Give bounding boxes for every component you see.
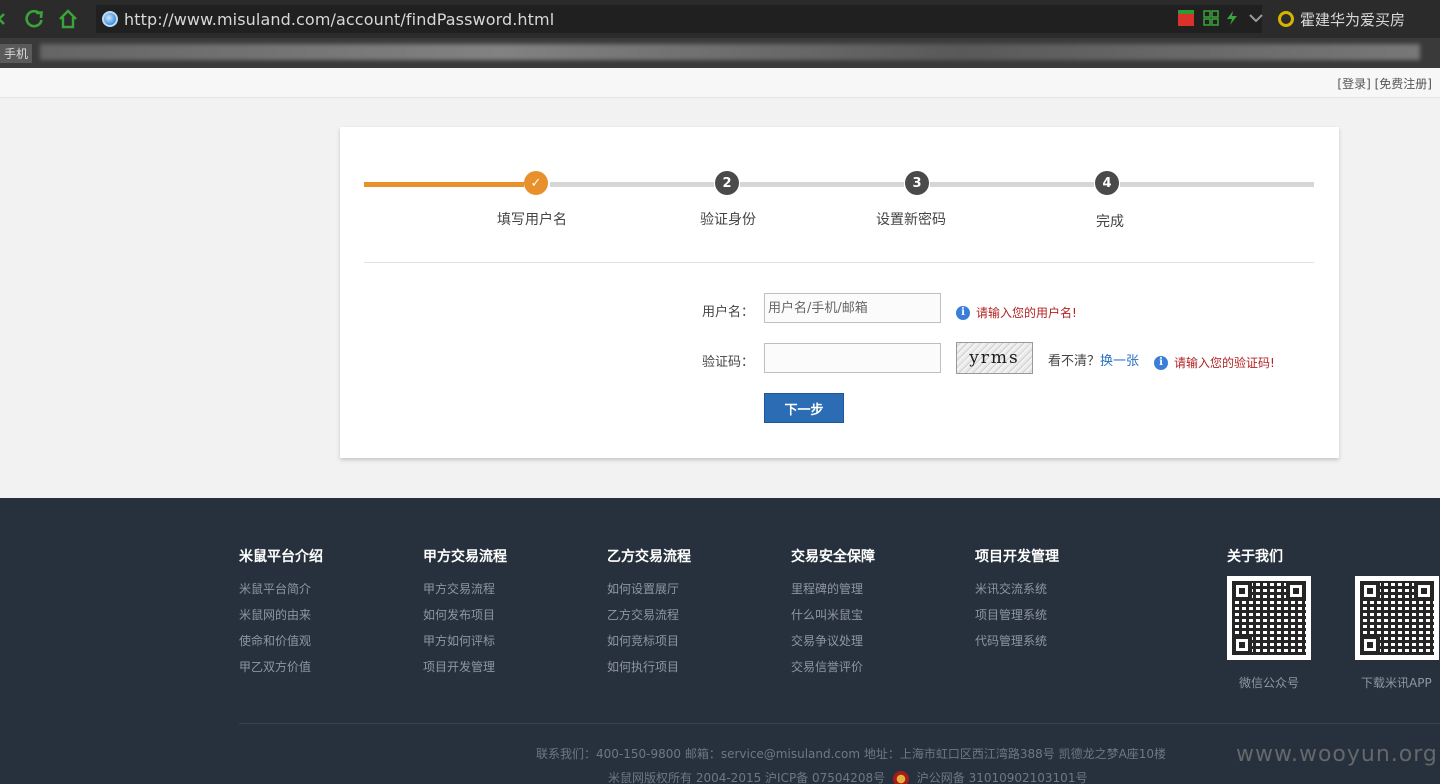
footer-link[interactable]: 如何设置展厅: [607, 582, 691, 608]
footer-column-title: 米鼠平台介绍: [239, 549, 323, 565]
step-4-label: 完成: [1096, 214, 1124, 230]
bookmarks-bar: 手机: [0, 38, 1440, 68]
footer-divider: [239, 723, 1440, 724]
step-progress-line: [930, 182, 1094, 187]
app-qr-code: [1355, 576, 1439, 660]
captcha-hint: i 请输入您的验证码!: [1154, 354, 1275, 371]
site-footer: 米鼠平台介绍 米鼠平台简介 米鼠网的由来 使命和价值观 甲乙双方价值 甲方交易流…: [0, 498, 1440, 784]
site-topbar: [登录] [免费注册]: [0, 68, 1440, 98]
footer-link[interactable]: 甲乙双方价值: [239, 660, 323, 686]
back-icon: [0, 13, 5, 25]
captcha-input[interactable]: [764, 343, 941, 373]
copyright-info: 米鼠网版权所有 2004-2015 沪ICP备 07504208号 沪公网备 3…: [608, 769, 1087, 784]
bookmarks-blurred: [40, 44, 1420, 60]
captcha-refresh: 看不清？换一张: [1048, 350, 1139, 369]
reload-button[interactable]: [22, 7, 46, 31]
step-1-label: 填写用户名: [497, 212, 567, 228]
captcha-hint-text: 请输入您的验证码!: [1174, 356, 1275, 370]
register-link[interactable]: [免费注册]: [1375, 77, 1432, 91]
globe-icon: [102, 11, 118, 27]
address-url: http://www.misuland.com/account/findPass…: [124, 9, 555, 29]
footer-link[interactable]: 如何竞标项目: [607, 634, 691, 660]
about-title: 关于我们: [1227, 549, 1283, 565]
reload-icon: [25, 9, 43, 28]
search-icon: [1278, 11, 1294, 27]
footer-link[interactable]: 使命和价值观: [239, 634, 323, 660]
footer-link[interactable]: 代码管理系统: [975, 634, 1059, 660]
login-link[interactable]: [登录]: [1337, 77, 1370, 91]
step-2-dot: 2: [715, 171, 739, 195]
footer-link[interactable]: 交易信誉评价: [791, 660, 875, 686]
footer-column-title: 乙方交易流程: [607, 549, 691, 565]
browser-toolbar: http://www.misuland.com/account/findPass…: [0, 0, 1440, 38]
footer-link[interactable]: 什么叫米鼠宝: [791, 608, 875, 634]
wechat-qr-caption: 微信公众号: [1239, 676, 1300, 690]
find-password-card: ✓ 2 3 4 填写用户名 验证身份 设置新密码 完成 用户名： i 请输入您的…: [340, 127, 1339, 458]
footer-column-2: 甲方交易流程 甲方交易流程 如何发布项目 甲方如何评标 项目开发管理: [423, 546, 507, 686]
step-progress-line: [740, 182, 904, 187]
username-hint-text: 请输入您的用户名!: [976, 306, 1077, 320]
username-hint: i 请输入您的用户名!: [956, 304, 1077, 321]
search-text: 霍建华为爱买房: [1300, 10, 1406, 29]
next-step-button[interactable]: 下一步: [764, 393, 844, 423]
footer-link[interactable]: 如何发布项目: [423, 608, 507, 634]
captcha-image[interactable]: yrms: [956, 342, 1033, 374]
police-badge-icon: [892, 770, 909, 784]
search-box[interactable]: 霍建华为爱买房: [1270, 5, 1440, 33]
footer-column-title: 交易安全保障: [791, 549, 875, 565]
wechat-qr-code: [1227, 576, 1311, 660]
step-progress-line: [1120, 182, 1314, 187]
username-input[interactable]: [764, 293, 941, 323]
footer-link[interactable]: 交易争议处理: [791, 634, 875, 660]
step-2-label: 验证身份: [700, 212, 756, 228]
copyright-text: 米鼠网版权所有 2004-2015 沪ICP备 07504208号: [608, 771, 886, 784]
home-button[interactable]: [56, 7, 80, 31]
step-1-check-icon: ✓: [524, 171, 548, 195]
footer-column-5: 项目开发管理 米讯交流系统 项目管理系统 代码管理系统: [975, 546, 1059, 660]
footer-link[interactable]: 乙方交易流程: [607, 608, 691, 634]
footer-column-4: 交易安全保障 里程碑的管理 什么叫米鼠宝 交易争议处理 交易信誉评价: [791, 546, 875, 686]
footer-link[interactable]: 项目管理系统: [975, 608, 1059, 634]
footer-link[interactable]: 甲方如何评标: [423, 634, 507, 660]
info-icon: i: [956, 305, 970, 320]
grid-icon[interactable]: [1203, 10, 1219, 26]
lightning-icon[interactable]: [1224, 10, 1240, 26]
footer-link[interactable]: 米讯交流系统: [975, 582, 1059, 608]
step-progress-line: [550, 182, 714, 187]
captcha-label: 验证码：: [702, 355, 755, 370]
footer-link[interactable]: 甲方交易流程: [423, 582, 507, 608]
footer-column-3: 乙方交易流程 如何设置展厅 乙方交易流程 如何竞标项目 如何执行项目: [607, 546, 691, 686]
address-bar[interactable]: http://www.misuland.com/account/findPass…: [96, 5, 1262, 33]
police-record-text: 沪公网备 31010902103101号: [916, 771, 1088, 784]
footer-column-title: 项目开发管理: [975, 549, 1059, 565]
chevron-down-icon[interactable]: [1248, 10, 1264, 26]
step-progress-done: [364, 182, 524, 187]
home-icon: [59, 9, 77, 29]
footer-link[interactable]: 项目开发管理: [423, 660, 507, 686]
step-3-label: 设置新密码: [876, 212, 946, 228]
footer-column-1: 米鼠平台介绍 米鼠平台简介 米鼠网的由来 使命和价值观 甲乙双方价值: [239, 546, 323, 686]
footer-link[interactable]: 米鼠网的由来: [239, 608, 323, 634]
divider: [364, 262, 1314, 263]
footer-link[interactable]: 米鼠平台简介: [239, 582, 323, 608]
footer-column-title: 甲方交易流程: [423, 549, 507, 565]
calendar-icon[interactable]: [1178, 10, 1194, 26]
step-3-dot: 3: [905, 171, 929, 195]
info-icon: i: [1154, 355, 1168, 370]
watermark: www.wooyun.org: [1236, 742, 1438, 767]
step-4-dot: 4: [1095, 171, 1119, 195]
bookmark-item[interactable]: 手机: [0, 44, 33, 63]
refresh-prefix: 看不清？: [1048, 354, 1101, 369]
back-button[interactable]: [0, 7, 14, 31]
footer-link[interactable]: 如何执行项目: [607, 660, 691, 686]
username-label: 用户名：: [702, 305, 755, 320]
contact-info: 联系我们：400-150-9800 邮箱：service@misuland.co…: [536, 747, 1167, 761]
app-qr-caption: 下载米讯APP: [1361, 676, 1432, 690]
footer-link[interactable]: 里程碑的管理: [791, 582, 875, 608]
refresh-captcha-link[interactable]: 换一张: [1100, 354, 1139, 369]
account-links: [登录] [免费注册]: [1337, 75, 1432, 92]
